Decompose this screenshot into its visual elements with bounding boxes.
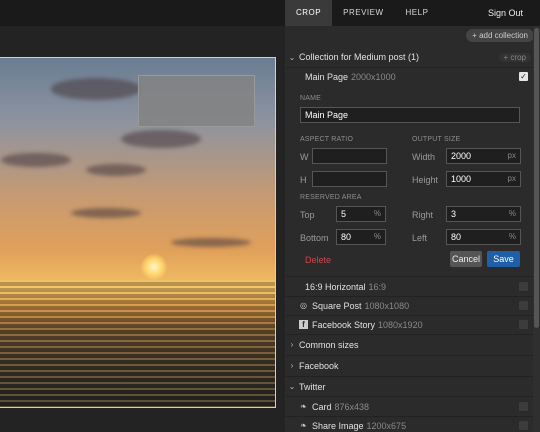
chevron-right-icon: › [290, 340, 294, 349]
image-canvas[interactable] [0, 0, 285, 432]
group-name: Twitter [299, 381, 326, 392]
group-twitter[interactable]: ⌄ Twitter [285, 380, 533, 393]
height-value: 1000 [451, 174, 472, 184]
save-button[interactable]: Save [487, 251, 520, 267]
twitter-icon: ❧ [300, 402, 307, 411]
height-unit: px [507, 174, 516, 183]
checkbox-icon[interactable] [519, 402, 528, 411]
crop-item-16-9-horizontal[interactable]: 16:9 Horizontal 16:9 [285, 280, 533, 293]
cloud [1, 153, 71, 167]
checkbox-checked-icon[interactable]: ✓ [519, 72, 528, 81]
output-size-label: OUTPUT SIZE [412, 136, 461, 143]
crop-size: 2000x1000 [351, 71, 396, 82]
group-common-sizes[interactable]: › Common sizes [285, 338, 533, 351]
cloud [86, 164, 146, 176]
right-value: 3 [451, 209, 457, 219]
bottom-unit: % [373, 232, 381, 241]
crop-name: 16:9 Horizontal [305, 281, 366, 292]
crop-name: Share Image [312, 420, 364, 431]
crop-size: 1080x1080 [364, 300, 410, 311]
top-unit: % [373, 209, 381, 218]
height-input[interactable]: 1000 px [446, 171, 521, 187]
instagram-icon: ◎ [300, 301, 307, 310]
w-label: W [300, 152, 309, 162]
right-label: Right [412, 210, 434, 220]
collection-header[interactable]: ⌄ Collection for Medium post (1) + crop [285, 50, 533, 64]
name-label: NAME [300, 95, 322, 102]
left-label: Left [412, 233, 428, 243]
crop-size: 1080x1920 [378, 319, 423, 330]
collection-title: Collection for Medium post (1) [299, 52, 420, 62]
width-value: 2000 [451, 151, 472, 161]
cloud [71, 208, 141, 218]
delete-link[interactable]: Delete [305, 255, 331, 265]
crop-size: 876x438 [334, 401, 370, 412]
checkbox-icon[interactable] [519, 301, 528, 310]
h-label: H [300, 175, 307, 185]
aspect-ratio-label: ASPECT RATIO [300, 136, 354, 143]
group-name: Common sizes [299, 339, 359, 350]
group-facebook[interactable]: › Facebook [285, 359, 533, 372]
checkbox-icon[interactable] [519, 421, 528, 430]
left-value: 80 [451, 232, 462, 242]
aspect-h-input[interactable] [312, 171, 387, 187]
crop-name: Square Post [312, 300, 362, 311]
reserved-area-overlay[interactable] [138, 75, 255, 127]
chevron-down-icon: ⌄ [288, 52, 296, 62]
left-unit: % [508, 232, 516, 241]
right-input[interactable]: 3 % [446, 206, 521, 222]
chevron-down-icon: ⌄ [288, 382, 296, 391]
name-input[interactable]: Main Page [300, 107, 520, 123]
crop-item-facebook-story[interactable]: f Facebook Story 1080x1920 [285, 318, 533, 331]
crop-size: 1200x675 [366, 420, 407, 431]
panel-scrollbar[interactable] [533, 26, 540, 432]
bottom-input[interactable]: 80 % [336, 229, 386, 245]
facebook-icon: f [299, 320, 308, 329]
chevron-right-icon: › [290, 361, 294, 370]
crop-item-main-page[interactable]: Main Page 2000x1000 ✓ [285, 70, 533, 83]
reserved-area-label: RESERVED AREA [300, 194, 362, 201]
crop-name: Facebook Story [312, 319, 376, 330]
right-unit: % [508, 209, 516, 218]
crop-item-card[interactable]: ❧ Card 876x438 [285, 400, 533, 413]
bottom-value: 80 [341, 232, 352, 242]
add-crop-button[interactable]: + crop [498, 52, 531, 62]
twitter-icon: ❧ [300, 421, 307, 430]
height-label: Height [412, 175, 439, 185]
group-name: Facebook [299, 360, 339, 371]
width-unit: px [507, 151, 516, 160]
cancel-button[interactable]: Cancel [450, 251, 482, 267]
bottom-label: Bottom [300, 233, 329, 243]
sun [141, 254, 167, 280]
crop-item-square-post[interactable]: ◎ Square Post 1080x1080 [285, 299, 533, 312]
crop-item-share-image[interactable]: ❧ Share Image 1200x675 [285, 419, 533, 432]
cloud [171, 238, 251, 247]
cloud [51, 78, 141, 100]
width-label: Width [412, 152, 436, 162]
crop-size: 16:9 [368, 281, 387, 292]
crop-name: Main Page [305, 71, 349, 82]
aspect-w-input[interactable] [312, 148, 387, 164]
crop-name: Card [312, 401, 332, 412]
checkbox-icon[interactable] [519, 282, 528, 291]
scrollbar-thumb[interactable] [534, 28, 539, 328]
cloud [121, 130, 201, 148]
left-input[interactable]: 80 % [446, 229, 521, 245]
top-label: Top [300, 210, 315, 220]
sea [0, 280, 275, 407]
width-input[interactable]: 2000 px [446, 148, 521, 164]
canvas-top-strip [0, 0, 285, 26]
top-value: 5 [341, 209, 347, 219]
top-input[interactable]: 5 % [336, 206, 386, 222]
checkbox-icon[interactable] [519, 320, 528, 329]
